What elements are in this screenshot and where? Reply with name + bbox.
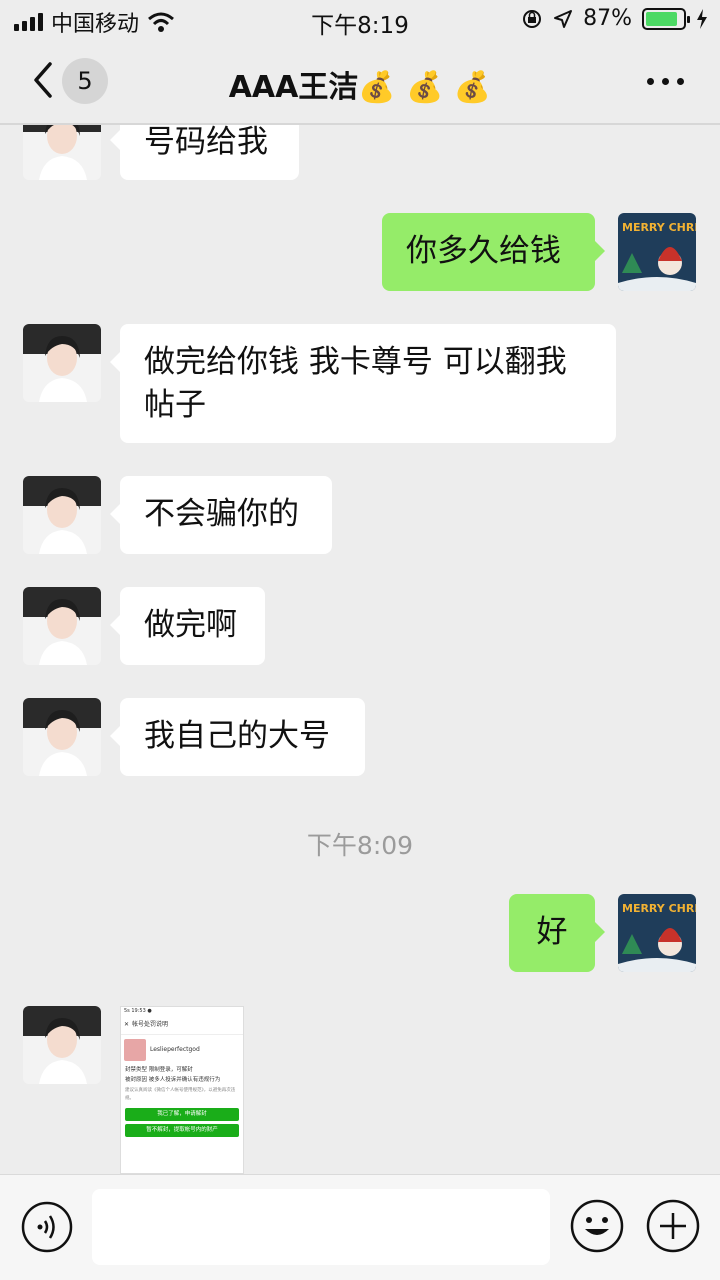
contact-avatar[interactable] [23,1006,101,1084]
message-bubble-outgoing[interactable]: 你多久给钱 [382,213,605,291]
message-bubble-outgoing[interactable]: 好 [509,894,605,972]
charging-icon [697,8,707,29]
battery-percent: 87% [583,6,632,31]
message-bubble-incoming[interactable]: 做完啊 [110,587,265,665]
more-options-icon[interactable] [647,78,684,85]
thumb-note: 建议认真阅读《微信个人帐号使用规范》，以避免再次违规。 [125,1088,236,1101]
thumb-button: 暂不解封，提取帐号内的财产 [125,1124,239,1137]
message-input[interactable] [92,1189,550,1265]
message-bubble-incoming[interactable]: 我自己的大号 [110,698,365,776]
input-toolbar [0,1174,720,1280]
header-divider [0,124,720,125]
voice-icon[interactable] [21,1201,73,1253]
avatar-text: MERRY CHRISTMAS [622,221,696,234]
emoji-icon[interactable] [570,1199,624,1253]
thumb-button: 我已了解，申请解封 [125,1108,239,1121]
thumb-avatar [124,1039,146,1061]
thumb-row: 被封原因 被多人投诉并确认有违规行为 [125,1077,221,1083]
avatar-text: MERRY CHRISTMAS [622,902,696,915]
add-more-icon[interactable] [646,1199,700,1253]
status-bar: 中国移动 下午8:19 87% [0,0,720,40]
contact-avatar[interactable] [23,476,101,554]
close-icon: ✕ [124,1020,130,1028]
thumb-header: 帐号处罚说明 [132,1020,169,1028]
battery-icon [642,7,690,30]
thumb-row: 封禁类型 限制登录，可解封 [125,1067,193,1073]
chat-title: AAA王洁💰 💰 💰 [228,70,492,105]
self-avatar[interactable]: MERRY CHRISTMAS [618,894,696,972]
shared-screenshot-image[interactable]: 5s 19:53 ● ✕ 帐号处罚说明 Leslieperfectgod 封禁类型… [120,1006,244,1174]
chat-header: 5 AAA王洁💰 💰 💰 [0,40,720,124]
location-icon [554,9,573,28]
contact-avatar[interactable] [23,698,101,776]
message-timestamp: 下午8:09 [306,831,414,860]
thumb-status: 5s 19:53 ● [124,1008,152,1014]
unread-count-badge[interactable]: 5 [62,58,108,104]
thumb-username: Leslieperfectgod [150,1046,200,1053]
message-bubble-incoming[interactable]: 做完给你钱 我卡尊号 可以翻我帖子 [110,324,616,443]
contact-avatar[interactable] [23,324,101,402]
rotation-lock-icon [523,9,542,28]
contact-avatar[interactable] [23,587,101,665]
message-bubble-incoming[interactable]: 不会骗你的 [110,476,332,554]
self-avatar[interactable]: MERRY CHRISTMAS [618,213,696,291]
